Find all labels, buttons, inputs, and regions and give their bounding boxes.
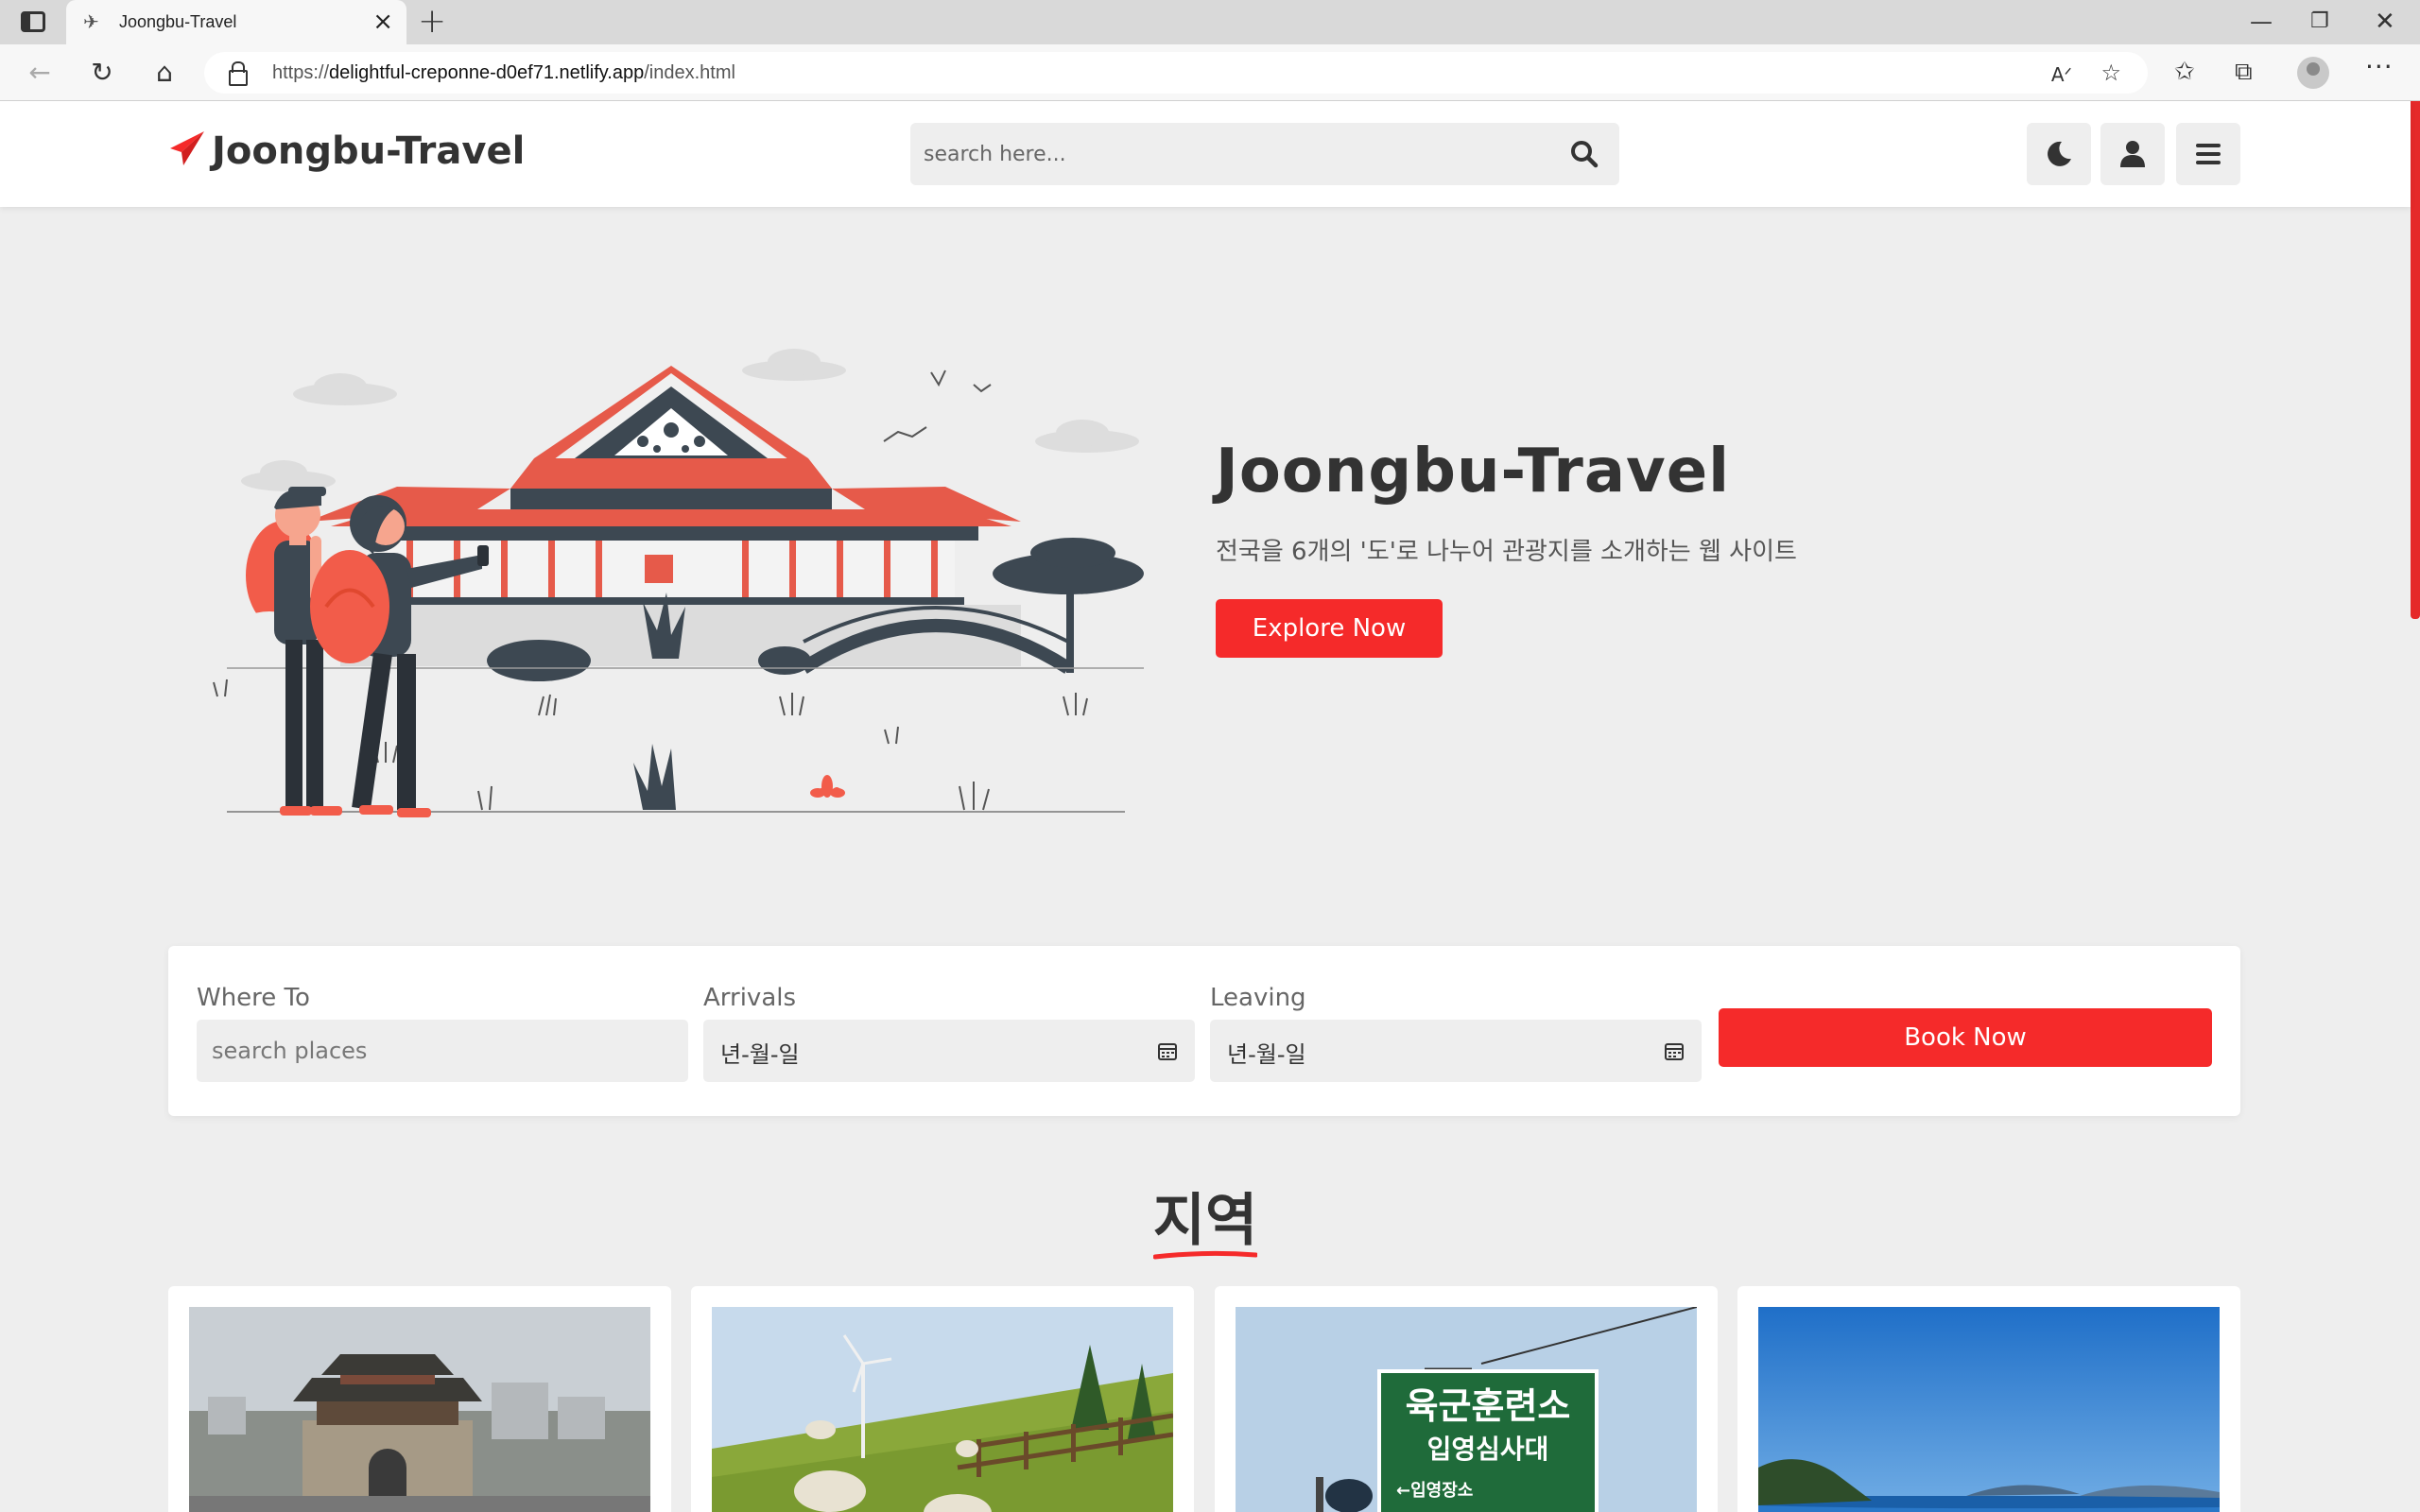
explore-now-button[interactable]: Explore Now	[1216, 599, 1443, 658]
search-icon[interactable]	[1570, 140, 1599, 168]
calendar-icon[interactable]	[1664, 1040, 1685, 1061]
arrivals-date-input[interactable]: 년-월-일	[703, 1020, 1195, 1082]
region-card[interactable]	[168, 1286, 671, 1512]
sign-text-line2: 입영심사대	[1427, 1434, 1549, 1465]
address-bar[interactable]: https://delightful-creponne-d0ef71.netli…	[204, 52, 2148, 94]
moon-icon	[2048, 141, 2071, 166]
leaving-label: Leaving	[1210, 984, 1306, 1012]
tab-close-icon[interactable]: ×	[372, 8, 393, 36]
home-icon[interactable]: ⌂	[147, 56, 182, 90]
hero-subtitle: 전국을 6개의 '도'로 나누어 관광지를 소개하는 웹 사이트	[1216, 538, 1797, 566]
region-card[interactable]	[1737, 1286, 2240, 1512]
page-viewport: Joongbu-Travel search here... Joongbu-Tr…	[0, 101, 2420, 1512]
sign-text-line1: 육군훈련소	[1406, 1385, 1571, 1427]
browser-toolbar: ← ↻ ⌂ https://delightful-creponne-d0ef71…	[0, 44, 2420, 101]
dark-mode-button[interactable]	[2027, 123, 2091, 185]
menu-button[interactable]	[2176, 123, 2240, 185]
collections-icon[interactable]: ⧉	[2235, 57, 2253, 87]
card-image-sheep	[712, 1307, 1173, 1512]
hero-title: Joongbu-Travel	[1216, 437, 1731, 507]
favorites-icon[interactable]: ✩	[2174, 57, 2195, 87]
where-to-label: Where To	[197, 984, 310, 1012]
back-icon[interactable]: ←	[23, 56, 57, 90]
lock-icon[interactable]	[229, 61, 248, 86]
close-window-icon[interactable]: ✕	[2375, 8, 2395, 36]
new-tab-icon[interactable]: +	[418, 4, 446, 40]
section-title: 지역	[0, 1175, 2411, 1260]
region-cards: 육군훈련소 입영심사대 ←입영장소	[168, 1286, 2240, 1512]
minimize-icon[interactable]: —	[2250, 8, 2273, 36]
leaving-date-input[interactable]: 년-월-일	[1210, 1020, 1702, 1082]
profile-avatar[interactable]	[2297, 57, 2329, 89]
add-favorite-icon[interactable]: ☆	[2100, 60, 2121, 86]
card-image-sign: 육군훈련소 입영심사대 ←입영장소	[1236, 1307, 1697, 1512]
user-button[interactable]	[2100, 123, 2165, 185]
region-card[interactable]: 육군훈련소 입영심사대 ←입영장소	[1215, 1286, 1718, 1512]
section-title-text: 지역	[1152, 1188, 1258, 1254]
site-header: Joongbu-Travel	[0, 101, 2411, 207]
site-favicon-icon: ✈	[83, 10, 99, 33]
browser-tab[interactable]: ✈ Joongbu-Travel ×	[66, 0, 406, 44]
card-image-gate	[189, 1307, 650, 1512]
leaving-date-value: 년-월-일	[1227, 1041, 1306, 1068]
where-to-input[interactable]: search places	[197, 1020, 688, 1082]
browser-tab-bar: ✈ Joongbu-Travel × + — ❐ ✕	[0, 0, 2420, 44]
book-now-button[interactable]: Book Now	[1719, 1008, 2212, 1067]
restore-icon[interactable]: ❐	[2310, 8, 2329, 36]
reload-icon[interactable]: ↻	[85, 56, 119, 90]
region-card[interactable]	[691, 1286, 1194, 1512]
booking-form: Where To search places Arrivals 년-월-일 Le…	[168, 946, 2240, 1116]
arrivals-label: Arrivals	[703, 984, 797, 1012]
where-to-placeholder: search places	[212, 1038, 368, 1064]
calendar-icon[interactable]	[1157, 1040, 1178, 1061]
site-logo[interactable]: Joongbu-Travel	[168, 129, 525, 173]
search-input[interactable]	[924, 135, 1529, 173]
header-search	[910, 123, 1619, 185]
title-underline	[1152, 1250, 1258, 1260]
paper-plane-icon	[170, 131, 204, 165]
read-aloud-icon[interactable]: Aᐟ	[2051, 61, 2072, 88]
logo-text: Joongbu-Travel	[212, 129, 526, 173]
more-menu-icon[interactable]: ···	[2365, 52, 2394, 82]
arrivals-date-value: 년-월-일	[720, 1041, 800, 1068]
tab-title: Joongbu-Travel	[119, 12, 237, 31]
sign-text-line3: ←입영장소	[1396, 1480, 1473, 1501]
hamburger-icon	[2196, 144, 2221, 164]
url-text[interactable]: https://delightful-creponne-d0ef71.netli…	[272, 62, 735, 84]
scrollbar-thumb[interactable]	[2411, 101, 2420, 619]
hero-illustration	[213, 349, 1144, 817]
tab-actions-icon[interactable]	[21, 11, 45, 32]
card-image-sea	[1758, 1307, 2220, 1512]
user-icon	[2120, 141, 2145, 167]
